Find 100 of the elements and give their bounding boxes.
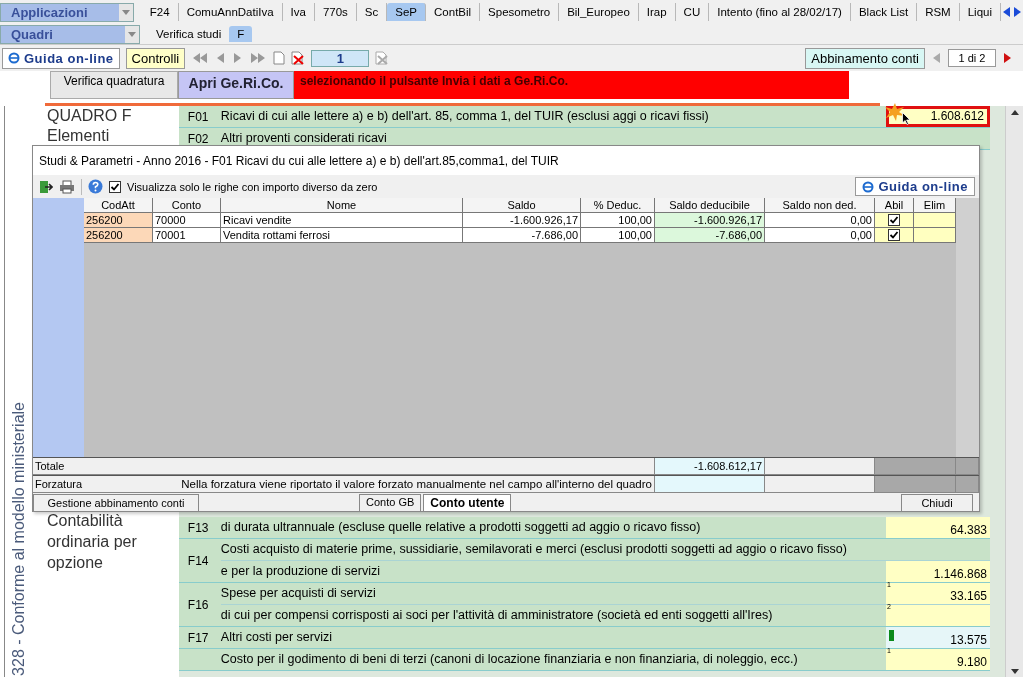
tab[interactable]: SeP	[387, 3, 427, 21]
total-label: Totale	[33, 458, 84, 475]
manage-mapping-button[interactable]: Gestione abbinamento conti	[33, 494, 199, 512]
scroll-left-icon[interactable]	[1001, 6, 1012, 18]
amount-value: 13.575	[950, 633, 987, 647]
tab[interactable]: Verifica studi	[148, 26, 230, 42]
tab[interactable]: Irap	[638, 3, 676, 21]
close-button[interactable]: Chiudi	[901, 494, 973, 512]
tab[interactable]: Spesometro	[480, 3, 560, 21]
row-label: Costo per il godimento di beni di terzi (canoni di locazione finanziaria e non finanziaria, di noleggio, ecc.)	[220, 651, 799, 668]
row-label: di durata ultrannuale (escluse quelle relative a prodotti soggetti ad aggio o ricavo fisso)	[220, 519, 702, 536]
open-gerico-button[interactable]: Apri Ge.Ri.Co.	[178, 71, 294, 99]
verify-button[interactable]: Verifica quadratura	[50, 71, 178, 99]
column-header: CodAtt	[84, 198, 153, 213]
scroll-up-icon[interactable]	[1010, 110, 1019, 115]
side-caption: 328 - Conforme al modello ministeriale	[10, 402, 28, 677]
document-icon[interactable]	[273, 51, 286, 65]
amount-value: 9.180	[957, 655, 987, 669]
row-code: F16	[187, 597, 209, 612]
column-header: Conto	[153, 198, 221, 213]
tab[interactable]: Iva	[282, 3, 315, 21]
help-button[interactable]: Guida on-line	[855, 177, 975, 196]
enabled-checkbox[interactable]	[888, 229, 900, 241]
delete-document-icon[interactable]	[291, 51, 306, 65]
row-label: Altri costi per servizi	[220, 629, 333, 646]
table-cell[interactable]	[914, 213, 956, 228]
dropdown-arrow-icon	[121, 9, 130, 15]
scrollbar[interactable]	[1005, 106, 1023, 677]
help-button[interactable]: Guida on-line	[2, 47, 120, 69]
row-label: e per la produzione di servizi	[220, 563, 381, 580]
tab[interactable]: 770s	[314, 3, 357, 21]
controls-button[interactable]: Controlli	[125, 47, 186, 69]
column-header: Abil	[875, 198, 914, 213]
tab[interactable]: Conto utente	[423, 494, 512, 512]
warning-banner: selezionando il pulsante Invia i dati a Ge.Ri.Co.	[294, 71, 849, 99]
page-counter: 1 di 2	[948, 49, 996, 67]
row-code: F13	[187, 520, 209, 535]
amount-value: 1.146.868	[933, 567, 987, 581]
tab[interactable]: Liqui	[959, 3, 1001, 21]
row-label: Ricavi di cui alle lettere a) e b) dell'art. 85, comma 1, del TUIR (esclusi aggi o ricavi fissi)	[220, 108, 710, 125]
table-cell: 256200	[84, 228, 153, 243]
dropdown-arrow-icon	[128, 31, 136, 37]
row-code: F14	[187, 553, 209, 568]
tab[interactable]: CU	[675, 3, 710, 21]
amount-field[interactable]: 1.608.612	[886, 106, 990, 127]
column-header: Elim	[914, 198, 956, 213]
form-selector[interactable]: Quadri	[0, 24, 140, 44]
override-note: Nella forzatura viene riportato il valore forzato manualmente nel campo all'interno del quadro	[84, 476, 655, 493]
tab[interactable]: RSM	[917, 3, 960, 21]
amount-value: 64.383	[950, 523, 987, 537]
override-field[interactable]	[655, 476, 765, 493]
table-cell: 256200	[84, 213, 153, 228]
print-icon[interactable]	[59, 179, 75, 194]
tab[interactable]: Black List	[850, 3, 918, 21]
table-cell: -1.600.926,17	[463, 213, 581, 228]
tab[interactable]: Bil_Europeo	[559, 3, 639, 21]
column-header: % Deduc.	[581, 198, 655, 213]
tab[interactable]: Conto GB	[359, 494, 422, 512]
table-cell: -1.600.926,17	[655, 213, 765, 228]
first-page-icon[interactable]	[191, 52, 210, 64]
account-mapping-button[interactable]: Abbinamento conti	[805, 47, 925, 69]
scroll-right-icon[interactable]	[1012, 6, 1023, 18]
amount-field[interactable]: 1.146.868	[886, 561, 990, 582]
override-label: Forzatura	[33, 476, 84, 493]
row-code: F17	[187, 630, 209, 645]
help-icon[interactable]	[88, 179, 103, 194]
table-cell: Vendita rottami ferrosi	[221, 228, 463, 243]
tab[interactable]: F	[229, 26, 253, 42]
scroll-down-icon[interactable]	[1010, 669, 1019, 674]
total-value: -1.608.612,17	[655, 458, 765, 475]
column-header: Saldo non ded.	[765, 198, 875, 213]
row-code: F02	[187, 131, 209, 146]
column-header: Nome	[221, 198, 463, 213]
enabled-checkbox[interactable]	[888, 214, 900, 226]
delete-document-icon[interactable]	[375, 51, 390, 65]
tab[interactable]: ContBil	[426, 3, 481, 21]
application-selector[interactable]: Applicazioni	[0, 2, 134, 22]
table-cell: 100,00	[581, 228, 655, 243]
row-label: Costi acquisto di materie prime, sussidiarie, semilavorati e merci (esclusi prodotti soggetti ad aggio o ricavo fisso)	[220, 541, 848, 558]
tab[interactable]: Intento (fino al 28/02/17)	[709, 3, 851, 21]
column-header: Saldo deducibile	[655, 198, 765, 213]
row-label: Altri proventi considerati ricavi	[220, 130, 388, 147]
tab[interactable]: F24	[141, 3, 179, 21]
filter-checkbox[interactable]	[109, 180, 121, 193]
export-icon[interactable]	[39, 179, 53, 194]
amount-field[interactable]: 64.383	[886, 517, 990, 538]
amount-field[interactable]: 13.575	[886, 627, 990, 648]
table-cell: 0,00	[765, 213, 875, 228]
table-cell: -7.686,00	[463, 228, 581, 243]
page-field[interactable]: 1	[311, 49, 370, 67]
tab[interactable]: ComuAnnDatiIva	[178, 3, 283, 21]
previous-page-icon[interactable]	[215, 52, 227, 64]
column-header: Saldo	[463, 198, 581, 213]
table-cell[interactable]	[914, 228, 956, 243]
row-label: di cui per compensi corrisposti ai soci per l'attività di amministratore (società ed enti soggetti all'Ires)	[220, 607, 774, 624]
table-cell: -7.686,00	[655, 228, 765, 243]
amount-value: 33.165	[950, 589, 987, 603]
next-icon[interactable]	[1002, 52, 1013, 64]
dialog-title: Studi & Parametri - Anno 2016 - F01 Ricavi du cui alle lettere a) e b) dell'art.85,comma1, del TUIR	[39, 153, 559, 168]
table-cell: 100,00	[581, 213, 655, 228]
